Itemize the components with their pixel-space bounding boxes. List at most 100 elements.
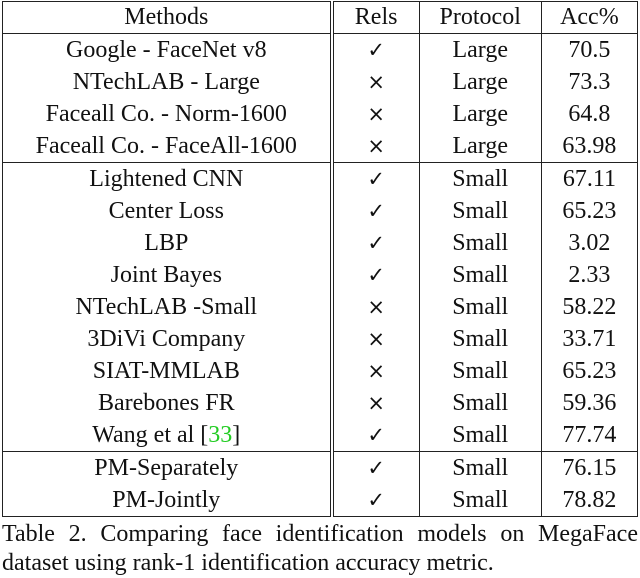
caption-line-1: Table 2. Comparing face identification m… <box>2 521 638 547</box>
cell-accuracy: 67.11 <box>540 162 639 195</box>
cell-method: Joint Bayes <box>1 259 333 291</box>
cell-protocol: Small <box>418 291 542 323</box>
cell-accuracy: 70.5 <box>540 33 639 66</box>
table-row: NTechLAB - Large × Large 73.3 <box>1 66 639 98</box>
cell-method: PM-Separately <box>1 451 333 484</box>
cross-icon: × <box>367 102 385 126</box>
cross-icon: × <box>367 295 385 319</box>
cell-accuracy: 77.74 <box>540 419 639 452</box>
method-name: Google - FaceNet v8 <box>65 37 267 63</box>
cell-rels: ✓ <box>329 195 420 227</box>
cell-method: Faceall Co. - FaceAll-1600 <box>1 130 333 163</box>
header-protocol: Protocol <box>418 1 542 34</box>
method-name: Faceall Co. - Norm-1600 <box>45 101 287 127</box>
method-name: Lightened CNN <box>89 166 244 192</box>
citation-link[interactable]: 33 <box>208 422 232 448</box>
method-name: 3DiVi Company <box>87 326 246 352</box>
method-name: Barebones FR <box>97 390 235 416</box>
cell-accuracy: 64.8 <box>540 98 639 130</box>
cell-method: Google - FaceNet v8 <box>1 33 333 66</box>
cell-protocol: Small <box>418 419 542 452</box>
cell-rels: ✓ <box>329 162 420 195</box>
method-name: Joint Bayes <box>110 262 222 288</box>
cell-accuracy: 78.82 <box>540 484 639 517</box>
cell-method: SIAT-MMLAB <box>1 355 333 387</box>
cell-accuracy: 63.98 <box>540 130 639 163</box>
cell-method: NTechLAB -Small <box>1 291 333 323</box>
header-methods: Methods <box>1 1 333 34</box>
method-suffix: ] <box>232 422 241 448</box>
cell-method: 3DiVi Company <box>1 323 333 355</box>
method-name: LBP <box>144 230 189 256</box>
table-row: SIAT-MMLAB × Small 65.23 <box>1 355 639 387</box>
cross-icon: × <box>367 327 385 351</box>
cell-rels: × <box>329 291 420 323</box>
table-row: Lightened CNN ✓ Small 67.11 <box>1 162 639 195</box>
table-row: PM-Separately ✓ Small 76.15 <box>1 451 639 484</box>
method-name: Wang et al [ <box>92 422 209 448</box>
cell-protocol: Small <box>418 484 542 517</box>
check-icon: ✓ <box>367 38 385 62</box>
cell-rels: × <box>329 98 420 130</box>
check-icon: ✓ <box>367 167 385 191</box>
cell-accuracy: 2.33 <box>540 259 639 291</box>
cell-accuracy: 73.3 <box>540 66 639 98</box>
method-name: NTechLAB - Large <box>72 69 260 95</box>
cross-icon: × <box>367 134 385 158</box>
cell-accuracy: 65.23 <box>540 195 639 227</box>
check-icon: ✓ <box>367 456 385 480</box>
cell-rels: ✓ <box>329 419 420 452</box>
method-name: PM-Separately <box>94 455 239 481</box>
cell-rels: × <box>329 355 420 387</box>
cell-rels: × <box>329 387 420 419</box>
method-name: NTechLAB -Small <box>75 294 258 320</box>
check-icon: ✓ <box>367 423 385 447</box>
check-icon: ✓ <box>367 488 385 512</box>
cross-icon: × <box>367 359 385 383</box>
results-table: Methods Rels Protocol Acc% Google - Face… <box>1 1 639 517</box>
cell-protocol: Small <box>418 195 542 227</box>
table-row: LBP ✓ Small 3.02 <box>1 227 639 259</box>
check-icon: ✓ <box>367 263 385 287</box>
cell-protocol: Small <box>418 323 542 355</box>
method-name: PM-Jointly <box>112 487 221 513</box>
cell-method: Lightened CNN <box>1 162 333 195</box>
table-row: PM-Jointly ✓ Small 78.82 <box>1 484 639 517</box>
table-row: 3DiVi Company × Small 33.71 <box>1 323 639 355</box>
table-row: Barebones FR × Small 59.36 <box>1 387 639 419</box>
cell-method: Barebones FR <box>1 387 333 419</box>
cross-icon: × <box>367 391 385 415</box>
cell-accuracy: 65.23 <box>540 355 639 387</box>
cell-rels: × <box>329 66 420 98</box>
cell-protocol: Small <box>418 355 542 387</box>
cell-rels: ✓ <box>329 227 420 259</box>
cell-accuracy: 59.36 <box>540 387 639 419</box>
cell-rels: ✓ <box>329 259 420 291</box>
cell-protocol: Large <box>418 130 542 163</box>
cell-method: PM-Jointly <box>1 484 333 517</box>
cell-rels: ✓ <box>329 484 420 517</box>
table-row: Joint Bayes ✓ Small 2.33 <box>1 259 639 291</box>
header-accuracy: Acc% <box>540 1 639 34</box>
table-row: Faceall Co. - Norm-1600 × Large 64.8 <box>1 98 639 130</box>
cell-protocol: Small <box>418 227 542 259</box>
cell-accuracy: 58.22 <box>540 291 639 323</box>
cell-method: NTechLAB - Large <box>1 66 333 98</box>
cell-rels: × <box>329 323 420 355</box>
cell-accuracy: 76.15 <box>540 451 639 484</box>
cell-method: Faceall Co. - Norm-1600 <box>1 98 333 130</box>
cell-rels: × <box>329 130 420 163</box>
table-caption: Table 2. Comparing face identification m… <box>2 520 638 578</box>
cross-icon: × <box>367 70 385 94</box>
header-row: Methods Rels Protocol Acc% <box>1 1 639 34</box>
method-name: Center Loss <box>108 198 224 224</box>
method-name: SIAT-MMLAB <box>92 358 240 384</box>
table-row: Google - FaceNet v8 ✓ Large 70.5 <box>1 33 639 66</box>
cell-protocol: Large <box>418 66 542 98</box>
cell-accuracy: 3.02 <box>540 227 639 259</box>
table-row: Wang et al [33] ✓ Small 77.74 <box>1 419 639 452</box>
cell-method: LBP <box>1 227 333 259</box>
cell-rels: ✓ <box>329 451 420 484</box>
table-row: Faceall Co. - FaceAll-1600 × Large 63.98 <box>1 130 639 163</box>
check-icon: ✓ <box>367 231 385 255</box>
